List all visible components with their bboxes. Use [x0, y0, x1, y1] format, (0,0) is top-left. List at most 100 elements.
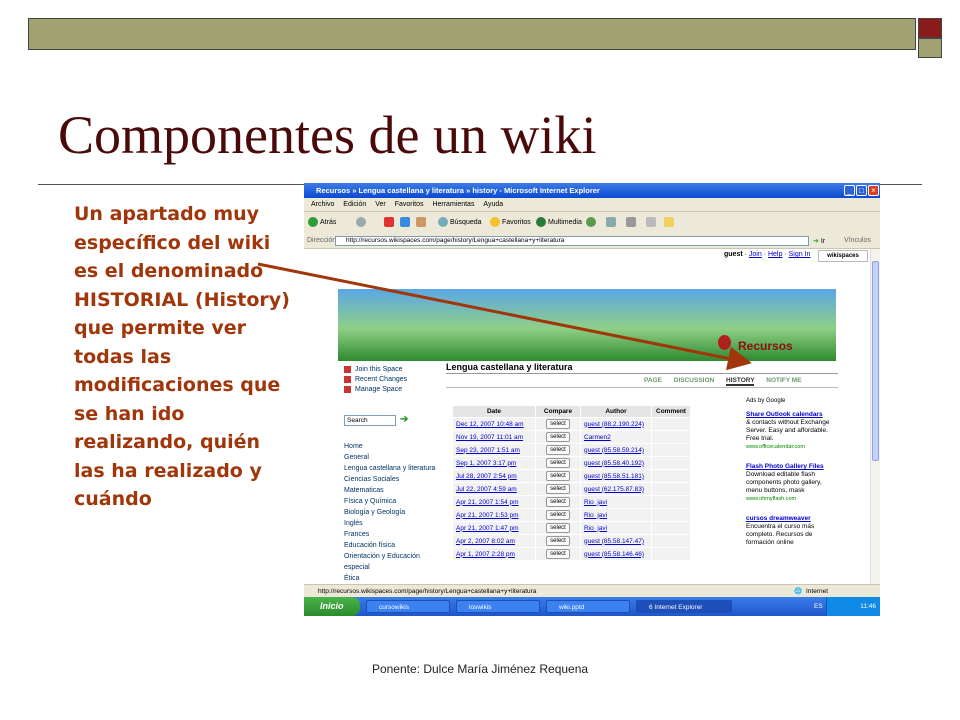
nav-item[interactable]: Frances [344, 529, 454, 540]
nav-item[interactable]: Home [344, 441, 454, 452]
select-button[interactable]: select [546, 523, 570, 533]
task-cursowikis[interactable]: cursowikis [366, 600, 450, 613]
home-button[interactable] [416, 217, 428, 229]
revision-date-link[interactable]: Dec 12, 2007 10:48 am [452, 417, 536, 431]
menu-favoritos[interactable]: Favoritos [395, 201, 424, 208]
back-button[interactable]: Atrás [308, 217, 336, 229]
author-link[interactable]: guest (88.2.190.224) [580, 417, 652, 431]
task-wiki-ppt[interactable]: wiki.pptd [546, 600, 630, 613]
nav-item[interactable]: Lengua castellana y literatura [344, 463, 454, 474]
select-button[interactable]: select [546, 458, 570, 468]
tab-history[interactable]: HISTORY [726, 377, 755, 386]
select-button[interactable]: select [546, 536, 570, 546]
menu-ayuda[interactable]: Ayuda [483, 201, 503, 208]
close-button[interactable]: × [868, 185, 879, 196]
history-button[interactable] [586, 217, 598, 229]
select-button[interactable]: select [546, 445, 570, 455]
address-input[interactable]: http://recursos.wikispaces.com/page/hist… [335, 236, 809, 246]
search-button[interactable]: Búsqueda [438, 217, 482, 229]
minimize-button[interactable]: _ [844, 185, 855, 196]
menu-herramientas[interactable]: Herramientas [432, 201, 474, 208]
signin-link[interactable]: Sign In [789, 251, 811, 258]
select-button[interactable]: select [546, 419, 570, 429]
scrollbar-thumb[interactable] [872, 261, 879, 461]
revision-date-link[interactable]: Apr 1, 2007 2:28 pm [452, 547, 536, 561]
history-icon [586, 217, 596, 228]
vertical-scrollbar[interactable] [870, 249, 880, 584]
menu-archivo[interactable]: Archivo [311, 201, 334, 208]
ad-url[interactable]: www.officecalendar.com [746, 443, 836, 451]
task-internet-explorer[interactable]: 6 Internet Explorer [636, 600, 732, 613]
task-loswikis[interactable]: loswikis [456, 600, 540, 613]
nav-item[interactable]: Matematicas [344, 485, 454, 496]
author-link[interactable]: Rio_javi [580, 521, 652, 535]
select-button[interactable]: select [546, 497, 570, 507]
ad-title[interactable]: Share Outlook calendars [746, 411, 836, 419]
revision-date-link[interactable]: Jul 28, 2007 2:54 pm [452, 469, 536, 483]
author-link[interactable]: guest (85.58.51.181) [580, 469, 652, 483]
favorites-button[interactable]: Favoritos [490, 217, 531, 229]
revision-date-link[interactable]: Apr 21, 2007 1:47 pm [452, 521, 536, 535]
revision-date-link[interactable]: Nov 19, 2007 11:01 am [452, 430, 536, 444]
revision-date-link[interactable]: Apr 21, 2007 1:53 pm [452, 508, 536, 522]
join-space-link[interactable]: Join this Space [344, 365, 444, 375]
space-name[interactable]: Recursos [738, 339, 793, 353]
nav-item[interactable]: General [344, 452, 454, 463]
tab-notify-me[interactable]: NOTIFY ME [766, 377, 801, 384]
manage-space-link[interactable]: Manage Space [344, 385, 444, 395]
refresh-button[interactable] [400, 217, 412, 229]
tab-discussion[interactable]: DISCUSSION [674, 377, 714, 384]
select-button[interactable]: select [546, 471, 570, 481]
recent-changes-link[interactable]: Recent Changes [344, 375, 444, 385]
select-button[interactable]: select [546, 549, 570, 559]
author-link[interactable]: guest (85.58.59.214) [580, 443, 652, 457]
revision-date-link[interactable]: Sep 23, 2007 1:51 am [452, 443, 536, 457]
nav-item[interactable]: Biología y Geología [344, 507, 454, 518]
mail-button[interactable] [606, 217, 618, 229]
wikispaces-logo[interactable]: wikispaces [818, 250, 868, 262]
author-link[interactable]: Rio_javi [580, 508, 652, 522]
author-link[interactable]: guest (85.58.40.192) [580, 456, 652, 470]
nav-item[interactable]: Ciencias Sociales [344, 474, 454, 485]
go-button[interactable]: ➔ Ir [813, 237, 825, 245]
help-link[interactable]: Help [768, 251, 782, 258]
nav-item[interactable]: Ética [344, 573, 454, 584]
author-link[interactable]: guest (85.58.147.47) [580, 534, 652, 548]
maximize-button[interactable]: □ [856, 185, 867, 196]
select-button[interactable]: select [546, 510, 570, 520]
nav-item[interactable]: Inglés [344, 518, 454, 529]
author-link[interactable]: guest (85.58.146.46) [580, 547, 652, 561]
edit-button[interactable] [646, 217, 658, 229]
links-button[interactable]: Vínculos [844, 237, 871, 244]
nav-item[interactable]: Educación física [344, 540, 454, 551]
select-button[interactable]: select [546, 484, 570, 494]
menu-edicion[interactable]: Edición [343, 201, 366, 208]
revision-date-link[interactable]: Jul 22, 2007 4:59 am [452, 482, 536, 496]
language-indicator[interactable]: ES [814, 597, 823, 616]
multimedia-button[interactable]: Multimedia [536, 217, 582, 229]
history-table: Date Compare Author Comment Dec 12, 2007… [452, 405, 691, 561]
print-button[interactable] [626, 217, 638, 229]
folder-button[interactable] [664, 217, 676, 229]
forward-button[interactable] [356, 217, 368, 229]
revision-date-link[interactable]: Apr 21, 2007 1:54 pm [452, 495, 536, 509]
ad-url[interactable]: www.ohmyflash.com [746, 495, 836, 503]
search-input[interactable]: Search [344, 415, 396, 426]
stop-button[interactable] [384, 217, 396, 229]
select-button[interactable]: select [546, 432, 570, 442]
nav-item[interactable]: Física y Química [344, 496, 454, 507]
start-button[interactable]: Inicio [304, 597, 360, 616]
author-link[interactable]: guest (62.175.87.83) [580, 482, 652, 496]
revision-date-link[interactable]: Sep 1, 2007 3:17 pm [452, 456, 536, 470]
search-go-icon[interactable]: ➔ [400, 414, 408, 425]
ad-title[interactable]: Flash Photo Gallery Files [746, 463, 836, 471]
nav-item[interactable]: especial [344, 562, 454, 573]
join-link[interactable]: Join [749, 251, 762, 258]
tab-page[interactable]: PAGE [644, 377, 662, 384]
ad-title[interactable]: cursos dreamweaver [746, 515, 836, 523]
menu-ver[interactable]: Ver [375, 201, 386, 208]
nav-item[interactable]: Orientación y Educación [344, 551, 454, 562]
author-link[interactable]: Rio_javi [580, 495, 652, 509]
revision-date-link[interactable]: Apr 2, 2007 8:02 am [452, 534, 536, 548]
author-link[interactable]: Carmen2 [580, 430, 652, 444]
